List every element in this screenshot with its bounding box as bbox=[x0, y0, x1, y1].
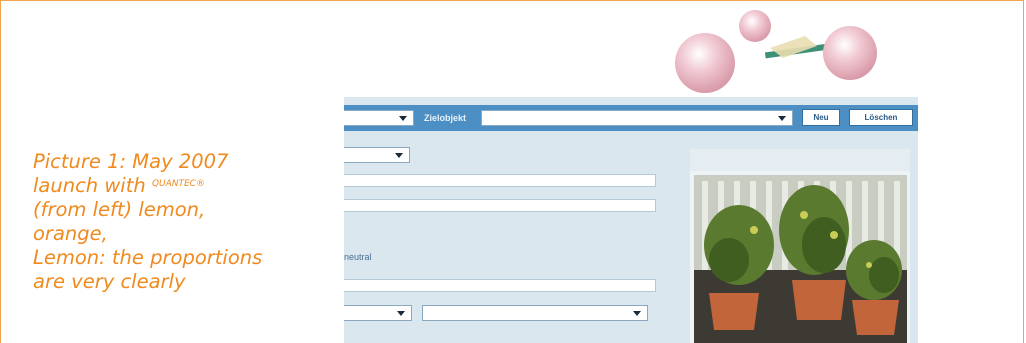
caption-line-3: (from left) lemon, bbox=[33, 198, 206, 221]
molecule-sphere-top bbox=[739, 10, 771, 42]
figure-caption: Picture 1: May 2007 launch with QUANTEC®… bbox=[33, 150, 313, 294]
object-select[interactable] bbox=[344, 110, 414, 126]
caption-line-5: Lemon: the proportions bbox=[33, 246, 263, 269]
neutral-option-label: neutral bbox=[344, 252, 372, 262]
chevron-down-icon bbox=[778, 116, 786, 121]
app-screenshot: Zielobjekt Neu Löschen neutral bbox=[344, 97, 918, 343]
caption-line-4: orange, bbox=[33, 222, 108, 245]
photo-panel-header bbox=[690, 149, 910, 171]
text-field-2[interactable] bbox=[344, 199, 656, 212]
chevron-down-icon bbox=[397, 311, 405, 316]
photo-panel bbox=[690, 149, 910, 343]
new-button[interactable]: Neu bbox=[802, 109, 840, 126]
form-select-2[interactable] bbox=[344, 305, 412, 321]
caption-trademark: QUANTEC® bbox=[151, 179, 205, 189]
molecule-logo bbox=[675, 10, 877, 93]
chevron-down-icon bbox=[399, 116, 407, 121]
caption-line-6: are very clearly bbox=[33, 270, 186, 293]
text-field-3[interactable] bbox=[344, 279, 656, 292]
molecule-sphere-right bbox=[823, 26, 877, 80]
molecule-sphere-left bbox=[675, 33, 735, 93]
caption-line-2-text: launch with bbox=[33, 174, 152, 197]
target-object-label: Zielobjekt bbox=[424, 113, 467, 123]
delete-button[interactable]: Löschen bbox=[849, 109, 913, 126]
chevron-down-icon bbox=[633, 311, 641, 316]
chevron-down-icon bbox=[395, 153, 403, 158]
plant-photo bbox=[694, 175, 907, 343]
text-field-1[interactable] bbox=[344, 174, 656, 187]
target-object-select[interactable] bbox=[481, 110, 793, 126]
caption-line-1: Picture 1: May 2007 bbox=[33, 150, 229, 173]
form-select-1[interactable] bbox=[344, 147, 410, 163]
caption-line-2: launch with QUANTEC® bbox=[33, 174, 313, 198]
form-select-3[interactable] bbox=[422, 305, 648, 321]
